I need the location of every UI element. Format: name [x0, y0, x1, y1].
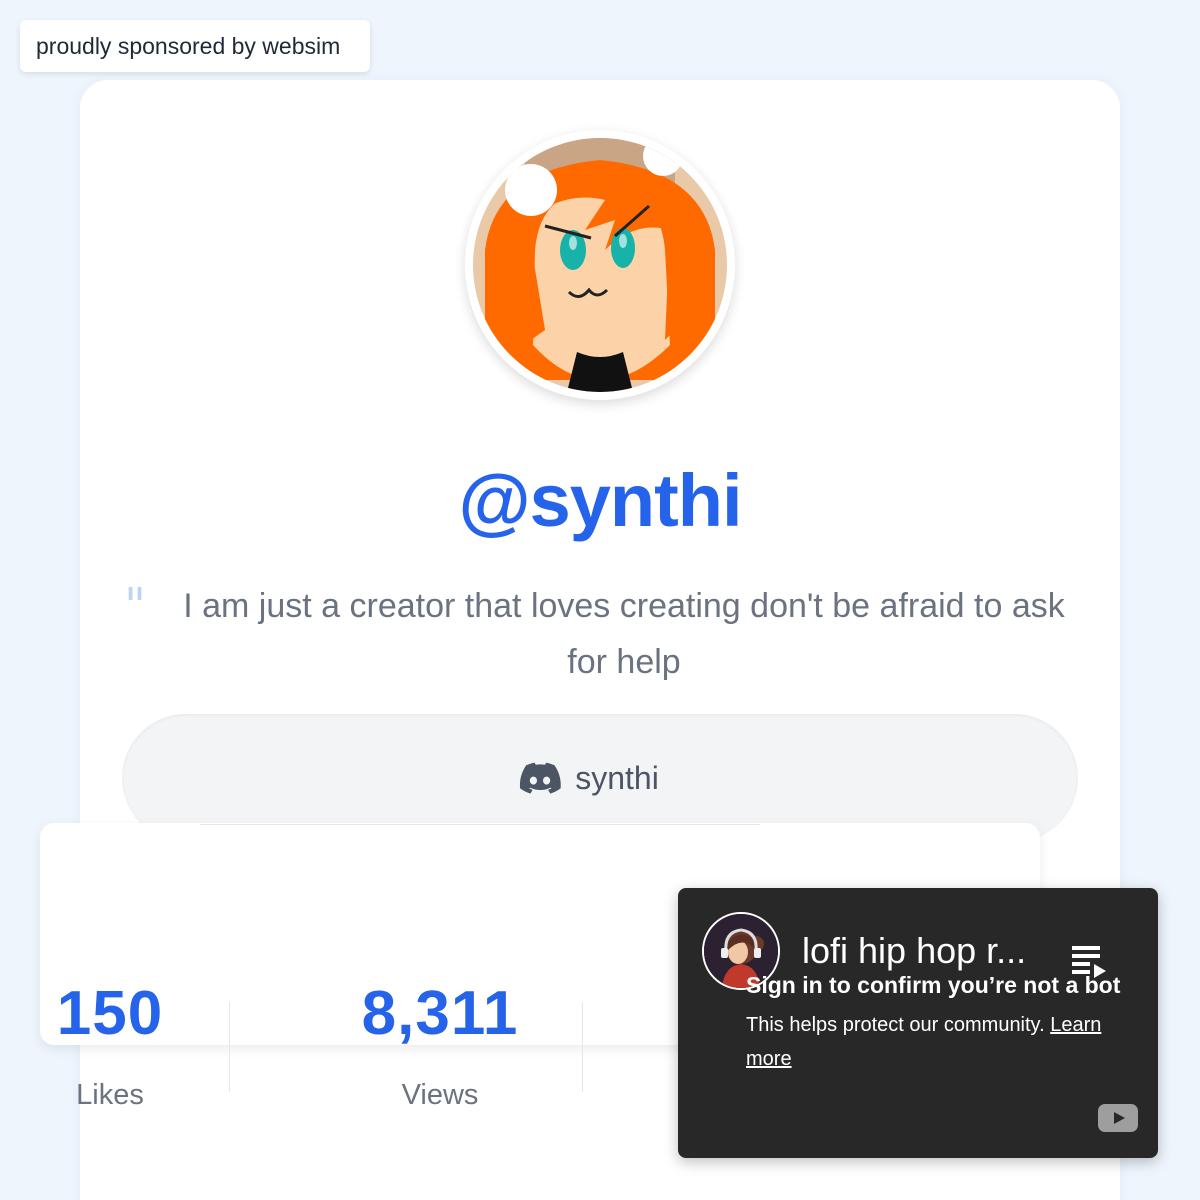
stat-label: Likes	[76, 1079, 144, 1111]
discord-label: synthi	[575, 759, 659, 796]
discord-icon	[520, 762, 561, 794]
username: @synthi	[458, 459, 742, 542]
bot-check-heading: Sign in to confirm you’re not a bot	[746, 972, 1121, 998]
video-title[interactable]: lofi hip hop r...	[802, 930, 1032, 972]
avatar-image	[467, 132, 733, 398]
stat-value: 150	[56, 979, 164, 1048]
stat-separator	[582, 1002, 583, 1092]
stat-views: 8,311 Views	[330, 978, 550, 1112]
stats-divider	[200, 824, 760, 825]
bio-text: I am just a creator that loves creating …	[183, 587, 1065, 681]
stat-likes: 150 Likes	[40, 978, 180, 1112]
youtube-logo-icon[interactable]	[1098, 1104, 1138, 1132]
stat-separator	[229, 1002, 230, 1092]
stat-label: Views	[401, 1079, 479, 1111]
avatar	[465, 130, 735, 400]
sponsor-badge[interactable]: proudly sponsored by websim	[20, 20, 370, 72]
bot-check-text: This helps protect our community.	[746, 1014, 1045, 1036]
bot-check-body: This helps protect our community. Learn …	[746, 1008, 1126, 1076]
youtube-embed-popup[interactable]: lofi hip hop r... Sign in to confirm you…	[678, 888, 1158, 1158]
quote-mark-icon: "	[124, 578, 147, 634]
stat-value: 8,311	[361, 979, 519, 1048]
